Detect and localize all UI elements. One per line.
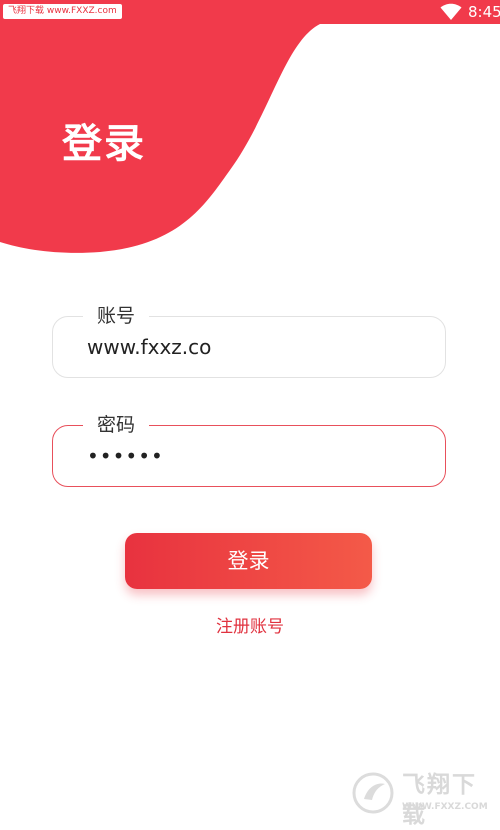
account-field: 账号: [52, 303, 446, 378]
account-input[interactable]: [87, 317, 417, 377]
watermark-logo-icon: [352, 772, 394, 814]
login-button[interactable]: 登录: [125, 533, 372, 589]
login-screen: 飞翔下载 www.FXXZ.com 8:45 登录 账号 密码 登录 注册账号 …: [0, 0, 500, 828]
password-field: 密码: [52, 412, 446, 487]
wifi-icon: [440, 3, 462, 20]
watermark-logo-title: 飞翔下载: [402, 772, 477, 828]
watermark-logo-url: WWW.FXXZ.COM: [402, 802, 488, 812]
page-title: 登录: [62, 121, 146, 167]
watermark-top: 飞翔下载 www.FXXZ.com: [3, 4, 122, 19]
status-bar: 飞翔下载 www.FXXZ.com 8:45: [0, 0, 500, 24]
password-input[interactable]: [87, 426, 417, 486]
watermark-logo: 飞翔下载 WWW.FXXZ.COM: [348, 768, 496, 828]
register-link[interactable]: 注册账号: [0, 614, 500, 640]
status-time: 8:45: [468, 3, 500, 21]
